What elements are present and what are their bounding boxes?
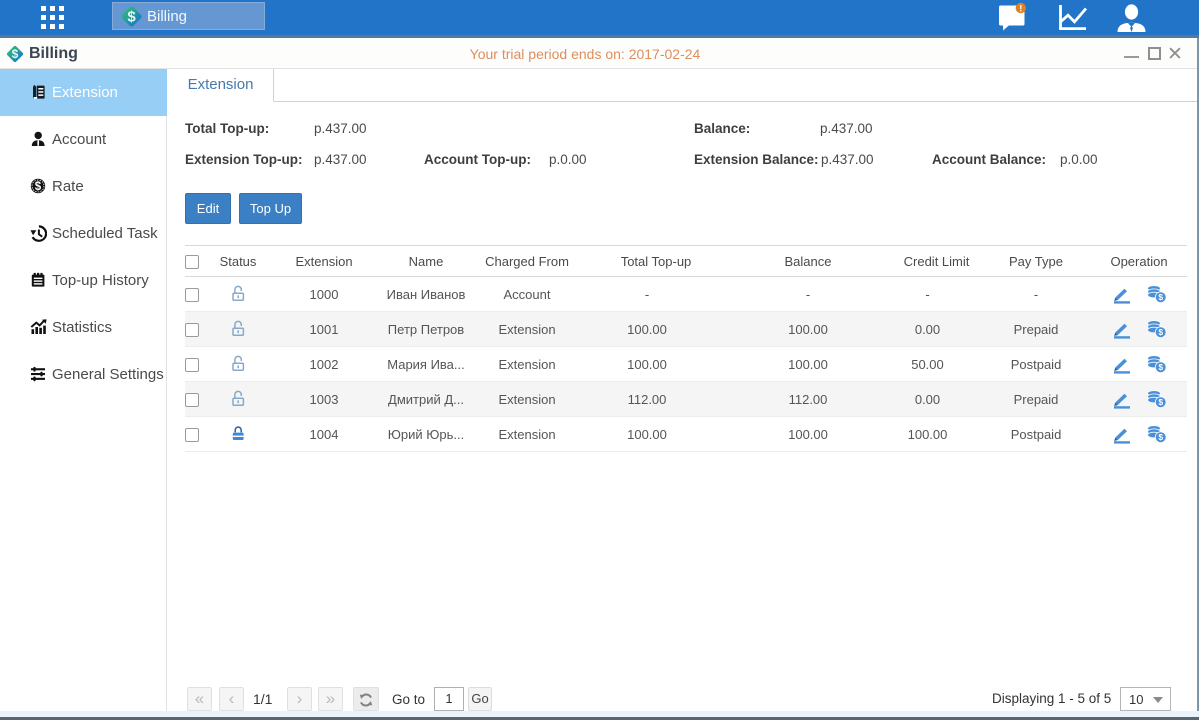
svg-text:$: $ — [1158, 432, 1163, 442]
svg-text:!: ! — [1019, 3, 1022, 14]
svg-text:$: $ — [1158, 292, 1163, 302]
svg-text:$: $ — [127, 9, 136, 26]
svg-text:$: $ — [35, 181, 42, 193]
svg-text:$: $ — [1158, 362, 1163, 372]
svg-text:$: $ — [1158, 397, 1163, 407]
svg-text:$: $ — [1158, 327, 1163, 337]
